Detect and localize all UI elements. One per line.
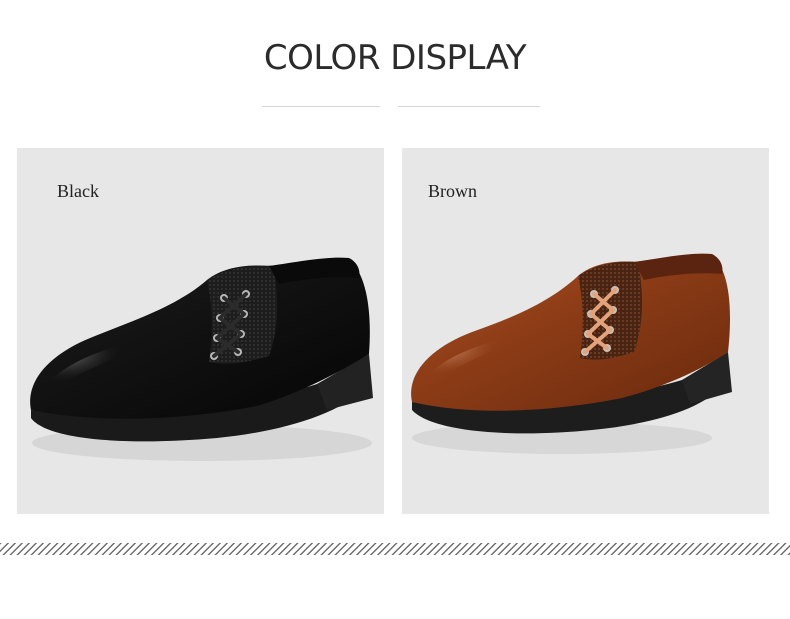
section-title: COLOR DISPLAY: [263, 38, 527, 78]
hatched-divider: [0, 543, 790, 555]
title-divider-left: [262, 106, 380, 107]
color-option-black[interactable]: Black: [17, 148, 384, 514]
title-divider-right: [398, 106, 540, 107]
black-shoe-image: [30, 257, 373, 461]
color-option-brown[interactable]: Brown: [402, 148, 769, 514]
brown-shoe-image: [411, 253, 732, 454]
